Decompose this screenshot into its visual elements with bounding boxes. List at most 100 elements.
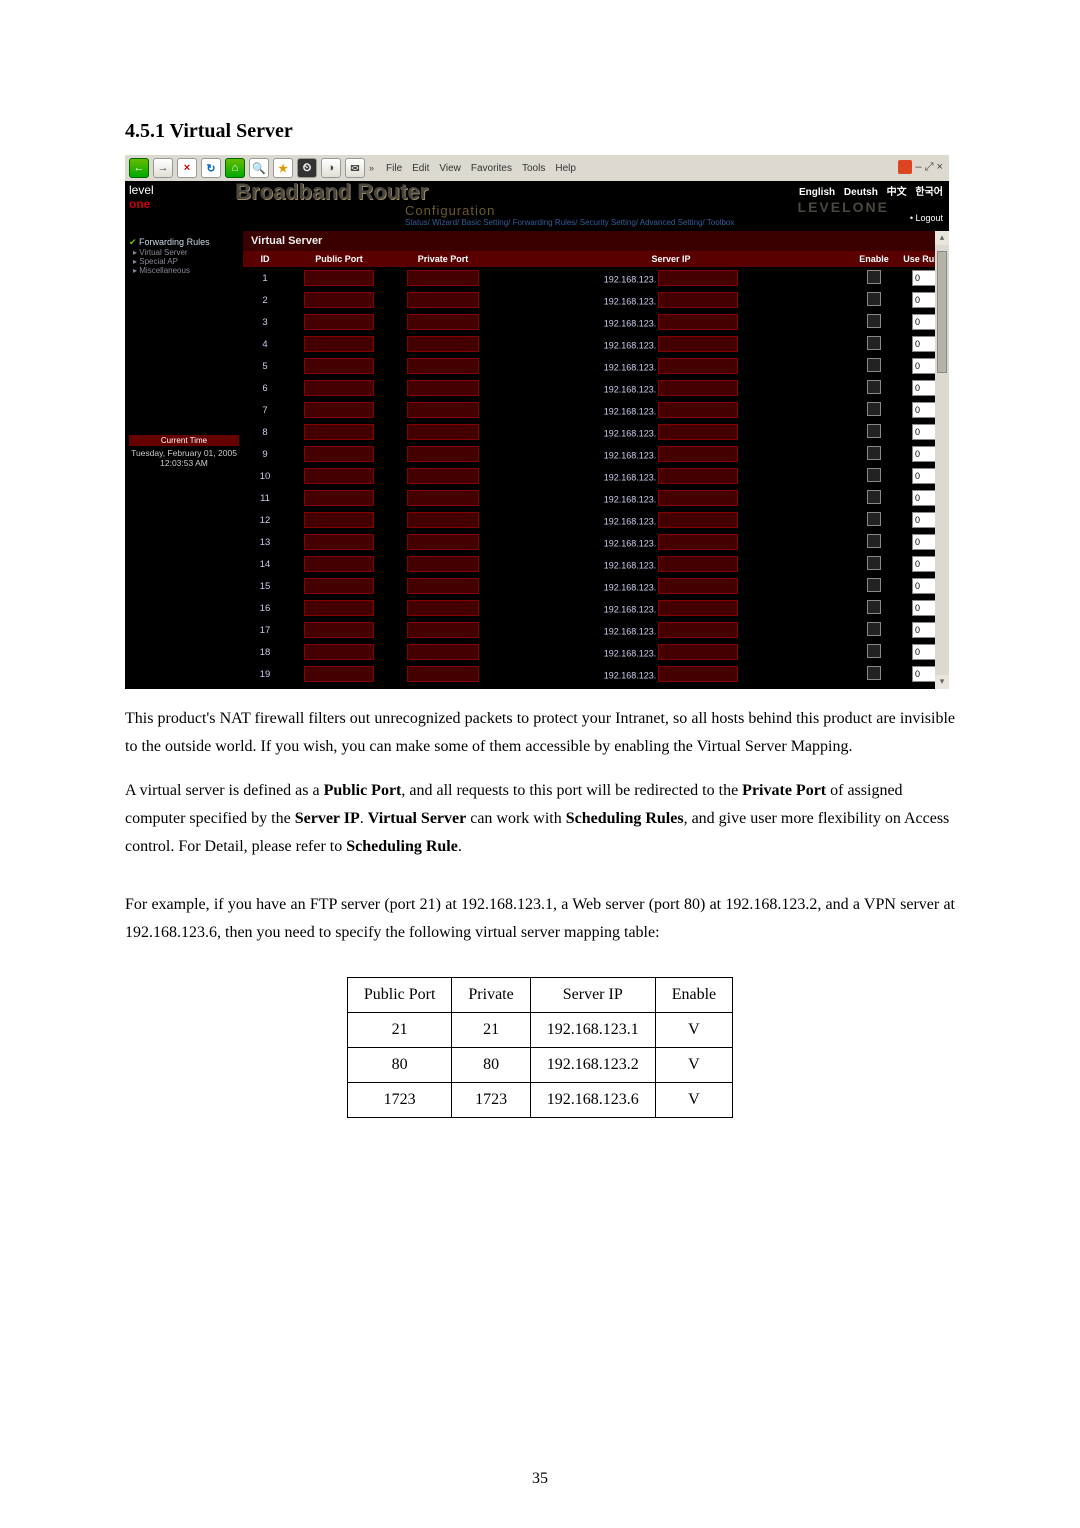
menu-favorites[interactable]: Favorites [471,163,512,174]
ip-last-octet-input[interactable] [658,490,738,506]
private-port-input[interactable] [407,622,479,638]
breadcrumb[interactable]: Status/ Wizard/ Basic Setting/ Forwardin… [405,218,734,227]
enable-checkbox[interactable] [867,644,881,658]
ip-last-octet-input[interactable] [658,336,738,352]
ip-last-octet-input[interactable] [658,512,738,528]
ip-last-octet-input[interactable] [658,446,738,462]
lang-zh[interactable]: 中文 [887,183,907,198]
logout-link[interactable]: • Logout [910,213,943,223]
ip-last-octet-input[interactable] [658,314,738,330]
public-port-input[interactable] [304,402,374,418]
sidebar-item-special-ap[interactable]: Special AP [133,257,239,266]
refresh-icon[interactable]: ↻ [201,158,221,178]
language-switcher[interactable]: English Deutsh 中文 한국어 [793,183,943,198]
public-port-input[interactable] [304,666,374,682]
ip-last-octet-input[interactable] [658,424,738,440]
public-port-input[interactable] [304,534,374,550]
enable-checkbox[interactable] [867,380,881,394]
ip-last-octet-input[interactable] [658,468,738,484]
public-port-input[interactable] [304,600,374,616]
ip-last-octet-input[interactable] [658,270,738,286]
private-port-input[interactable] [407,600,479,616]
menu-tools[interactable]: Tools [522,163,545,174]
ip-last-octet-input[interactable] [658,644,738,660]
sidebar-group-forwarding[interactable]: Forwarding Rules [129,237,239,248]
favorites-icon[interactable]: ★ [273,158,293,178]
browser-menu[interactable]: File Edit View Favorites Tools Help [386,163,576,174]
search-icon[interactable]: 🔍 [249,158,269,178]
public-port-input[interactable] [304,490,374,506]
lang-ko[interactable]: 한국어 [915,183,943,198]
enable-checkbox[interactable] [867,468,881,482]
ip-last-octet-input[interactable] [658,622,738,638]
enable-checkbox[interactable] [867,600,881,614]
public-port-input[interactable] [304,270,374,286]
private-port-input[interactable] [407,534,479,550]
back-icon[interactable]: ← [129,158,149,178]
private-port-input[interactable] [407,556,479,572]
menu-view[interactable]: View [439,163,461,174]
history-icon[interactable]: ⏲ [297,158,317,178]
public-port-input[interactable] [304,644,374,660]
enable-checkbox[interactable] [867,666,881,680]
public-port-input[interactable] [304,446,374,462]
private-port-input[interactable] [407,292,479,308]
private-port-input[interactable] [407,512,479,528]
menu-edit[interactable]: Edit [412,163,429,174]
private-port-input[interactable] [407,446,479,462]
scroll-down-icon[interactable]: ▾ [935,675,949,689]
lang-en[interactable]: English [799,187,835,198]
enable-checkbox[interactable] [867,490,881,504]
enable-checkbox[interactable] [867,578,881,592]
ip-last-octet-input[interactable] [658,578,738,594]
sidebar-item-virtual-server[interactable]: Virtual Server [133,248,239,257]
ip-last-octet-input[interactable] [658,534,738,550]
private-port-input[interactable] [407,314,479,330]
home-icon[interactable]: ⌂ [225,158,245,178]
private-port-input[interactable] [407,358,479,374]
private-port-input[interactable] [407,468,479,484]
private-port-input[interactable] [407,490,479,506]
menu-help[interactable]: Help [555,163,576,174]
stop-icon[interactable]: × [177,158,197,178]
enable-checkbox[interactable] [867,270,881,284]
enable-checkbox[interactable] [867,512,881,526]
window-controls[interactable]: – ⤢ × [916,161,943,174]
scrollbar[interactable]: ▴ ▾ [935,231,949,689]
ip-last-octet-input[interactable] [658,380,738,396]
enable-checkbox[interactable] [867,314,881,328]
ip-last-octet-input[interactable] [658,556,738,572]
enable-checkbox[interactable] [867,424,881,438]
private-port-input[interactable] [407,336,479,352]
private-port-input[interactable] [407,424,479,440]
public-port-input[interactable] [304,424,374,440]
public-port-input[interactable] [304,622,374,638]
ip-last-octet-input[interactable] [658,666,738,682]
enable-checkbox[interactable] [867,446,881,460]
public-port-input[interactable] [304,314,374,330]
ip-last-octet-input[interactable] [658,292,738,308]
public-port-input[interactable] [304,512,374,528]
enable-checkbox[interactable] [867,556,881,570]
public-port-input[interactable] [304,556,374,572]
public-port-input[interactable] [304,292,374,308]
private-port-input[interactable] [407,666,479,682]
public-port-input[interactable] [304,578,374,594]
public-port-input[interactable] [304,358,374,374]
enable-checkbox[interactable] [867,402,881,416]
ip-last-octet-input[interactable] [658,358,738,374]
ip-last-octet-input[interactable] [658,600,738,616]
mail-icon[interactable]: ✉ [345,158,365,178]
menu-file[interactable]: File [386,163,402,174]
private-port-input[interactable] [407,644,479,660]
sidebar-item-misc[interactable]: Miscellaneous [133,266,239,275]
private-port-input[interactable] [407,578,479,594]
enable-checkbox[interactable] [867,336,881,350]
ip-last-octet-input[interactable] [658,402,738,418]
scrollbar-thumb[interactable] [937,251,947,373]
enable-checkbox[interactable] [867,534,881,548]
enable-checkbox[interactable] [867,358,881,372]
enable-checkbox[interactable] [867,622,881,636]
private-port-input[interactable] [407,402,479,418]
media-icon[interactable]: ◑ [321,158,341,178]
